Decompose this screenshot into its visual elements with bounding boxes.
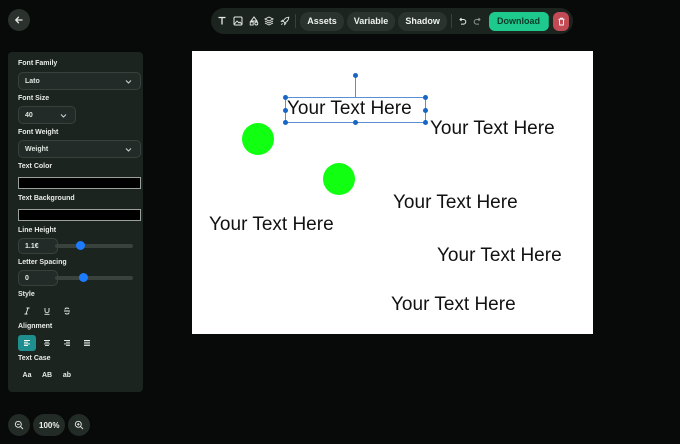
add-image-icon[interactable] (231, 12, 246, 30)
chevron-down-icon (125, 79, 132, 84)
back-button[interactable] (8, 9, 30, 31)
align-justify-icon (84, 340, 90, 347)
chevron-down-icon (125, 147, 132, 152)
trash-icon (558, 17, 565, 25)
align-center-button[interactable] (38, 335, 56, 351)
delete-button[interactable] (553, 11, 569, 31)
letter-spacing-slider[interactable] (55, 273, 133, 282)
rotate-handle[interactable] (353, 73, 358, 78)
canvas-text[interactable]: Your Text Here (430, 119, 555, 138)
font-size-select[interactable]: 40 (18, 106, 76, 124)
line-height-slider-handle[interactable] (75, 241, 85, 250)
underline-icon (44, 308, 50, 315)
design-canvas[interactable]: Your Text Here Your Text Here Your Text … (192, 51, 593, 334)
zoom-in-icon (75, 420, 84, 430)
letter-spacing-label: Letter Spacing (18, 259, 67, 266)
add-text-icon[interactable] (215, 12, 230, 30)
zoom-level[interactable]: 100% (33, 414, 66, 436)
font-weight-value: Weight (25, 145, 49, 153)
text-case-buttons: Aa AB ab (18, 367, 76, 383)
strikethrough-icon (64, 307, 70, 315)
zoom-controls: 100% (8, 414, 91, 436)
case-lowercase-button[interactable]: ab (58, 367, 76, 383)
letter-spacing-input[interactable]: 0 (18, 270, 58, 286)
underline-button[interactable] (38, 303, 56, 319)
resize-handle-bottom-left[interactable] (283, 120, 288, 125)
align-center-icon (44, 340, 50, 347)
text-properties-panel: Font Family Lato Font Size 40 Font Weigh… (8, 52, 143, 392)
resize-handle-top-right[interactable] (423, 95, 428, 100)
toolbar-separator (450, 14, 452, 28)
text-case-label: Text Case (18, 355, 51, 362)
resize-handle-middle-right[interactable] (423, 108, 428, 113)
resize-handle-top-left[interactable] (283, 95, 288, 100)
font-size-label: Font Size (18, 95, 50, 102)
canvas-text[interactable]: Your Text Here (393, 193, 518, 212)
toolbar-separator (295, 14, 297, 28)
font-size-value: 40 (25, 111, 33, 119)
style-label: Style (18, 291, 35, 298)
resize-handle-bottom-center[interactable] (353, 120, 358, 125)
case-capitalize-button[interactable]: Aa (18, 367, 36, 383)
align-justify-button[interactable] (78, 335, 96, 351)
font-family-label: Font Family (18, 60, 58, 67)
font-weight-label: Font Weight (18, 129, 59, 136)
line-height-input[interactable]: 1.1€ (18, 238, 58, 254)
canvas-text[interactable]: Your Text Here (209, 215, 334, 234)
shadow-button[interactable]: Shadow (398, 11, 447, 31)
letter-spacing-slider-handle[interactable] (79, 273, 89, 282)
undo-icon[interactable] (455, 12, 470, 30)
align-right-button[interactable] (58, 335, 76, 351)
text-background-swatch[interactable] (18, 209, 141, 221)
circle-shape[interactable] (242, 123, 274, 155)
canvas-text[interactable]: Your Text Here (391, 295, 516, 314)
shapes-icon[interactable] (246, 12, 261, 30)
alignment-buttons (18, 335, 96, 351)
font-family-value: Lato (25, 77, 40, 85)
variable-button[interactable]: Variable (346, 11, 396, 31)
font-weight-select[interactable]: Weight (18, 140, 141, 158)
download-group: Download (489, 11, 550, 31)
italic-icon (24, 307, 30, 315)
layers-icon[interactable] (262, 12, 277, 30)
zoom-out-button[interactable] (8, 414, 30, 436)
text-background-label: Text Background (18, 195, 75, 202)
top-toolbar: Assets Variable Shadow Download (211, 8, 573, 34)
canvas-text[interactable]: Your Text Here (437, 246, 562, 265)
align-left-icon (24, 340, 30, 347)
redo-icon[interactable] (470, 12, 485, 30)
line-height-label: Line Height (18, 227, 57, 234)
circle-shape[interactable] (323, 163, 355, 195)
align-left-button[interactable] (18, 335, 36, 351)
text-color-label: Text Color (18, 163, 53, 170)
style-buttons (18, 303, 76, 319)
align-right-icon (64, 340, 70, 347)
zoom-out-icon (14, 420, 24, 430)
download-button[interactable]: Download (489, 12, 548, 31)
text-color-swatch[interactable] (18, 177, 141, 189)
alignment-label: Alignment (18, 323, 53, 330)
resize-handle-bottom-right[interactable] (423, 120, 428, 125)
download-options-button[interactable] (548, 11, 550, 31)
rotation-line (355, 77, 356, 97)
chevron-down-icon (60, 113, 67, 118)
strikethrough-button[interactable] (58, 303, 76, 319)
zoom-in-button[interactable] (68, 414, 91, 436)
rocket-icon[interactable] (278, 12, 293, 30)
font-family-select[interactable]: Lato (18, 72, 141, 90)
italic-button[interactable] (18, 303, 36, 319)
case-uppercase-button[interactable]: AB (38, 367, 56, 383)
resize-handle-middle-left[interactable] (283, 108, 288, 113)
assets-button[interactable]: Assets (300, 11, 344, 31)
arrow-left-icon (14, 16, 23, 24)
line-height-slider[interactable] (55, 241, 133, 250)
